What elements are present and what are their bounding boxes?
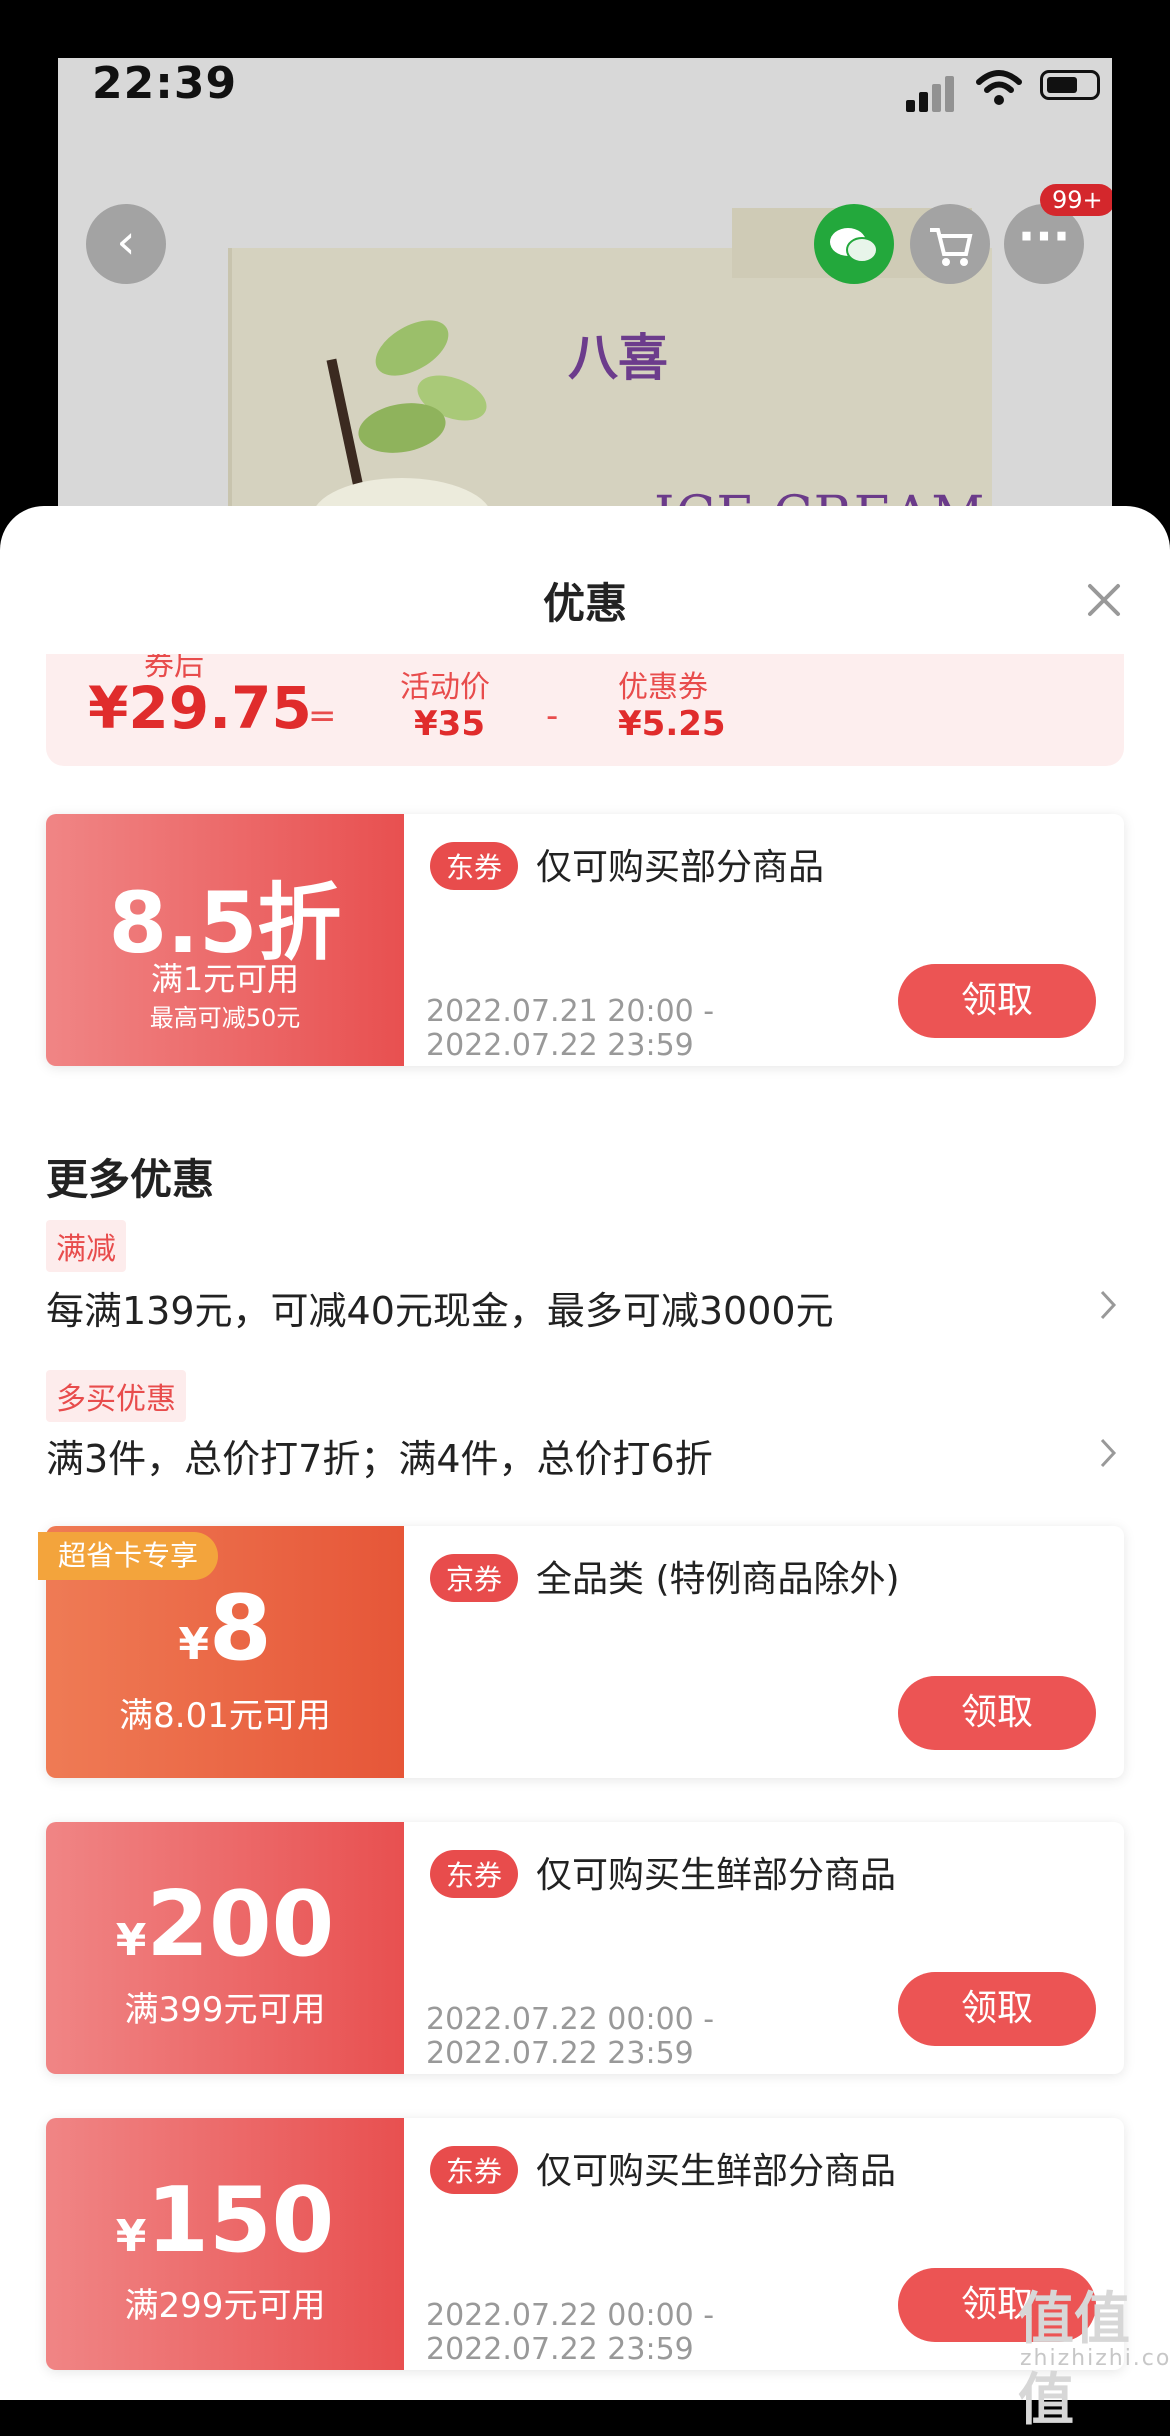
coupon-description: 仅可购买生鲜部分商品 xyxy=(536,2151,897,2192)
coupon-description: 仅可购买生鲜部分商品 xyxy=(536,1855,897,1896)
coupon-amount: ¥8 xyxy=(46,1576,404,1681)
product-page-background: 22:39 ‹ 八喜 ICE CREAM xyxy=(58,58,1112,578)
coupon-type-tag: 京券 xyxy=(430,1554,519,1602)
coupon-amount-value: 150 xyxy=(146,2168,335,2273)
back-button[interactable]: ‹ xyxy=(86,204,166,284)
equals-sign: = xyxy=(308,696,337,736)
battery-icon xyxy=(1040,70,1100,100)
activity-price-label: 活动价 xyxy=(400,670,490,705)
currency-symbol: ¥ xyxy=(115,1915,147,1966)
coupon-value-panel: ¥200 满399元可用 xyxy=(46,1822,404,2074)
coupon-max-note: 最高可减50元 xyxy=(149,1004,301,1032)
coupon-description: 全品类 (特例商品除外) xyxy=(536,1559,900,1600)
coupon-condition: 满8.01元可用 xyxy=(119,1696,331,1736)
coupon-date-start: 2022.07.22 00:00 - xyxy=(426,2002,715,2037)
wechat-share-button[interactable] xyxy=(814,204,894,284)
more-button[interactable]: ··· xyxy=(1004,204,1084,284)
wifi-icon xyxy=(976,70,1022,105)
cart-button[interactable] xyxy=(910,204,990,284)
watermark-text: zhizhizhi.com xyxy=(1020,2346,1170,2371)
coupon-card: ¥8 满8.01元可用 超省卡专享 京券 全品类 (特例商品除外) 领取 xyxy=(38,1526,1124,1778)
coupon-type-tag: 东券 xyxy=(430,1850,519,1898)
coupon-condition: 满1元可用 xyxy=(150,960,300,998)
super-card-tag: 超省卡专享 xyxy=(38,1532,219,1580)
claim-button[interactable]: 领取 xyxy=(898,964,1096,1038)
coupon-amount: ¥150 xyxy=(46,2168,404,2273)
status-time: 22:39 xyxy=(92,58,238,109)
coupon-value-panel: 8.5折 满1元可用 最高可减50元 xyxy=(46,814,404,1066)
coupon-value-panel: ¥150 满299元可用 xyxy=(46,2118,404,2370)
coupon-condition: 满299元可用 xyxy=(124,2286,326,2326)
coupon-condition: 满399元可用 xyxy=(124,1990,326,2030)
price-breakdown: 券后 ¥29.75 = 活动价 ¥35 - 优惠券 ¥5.25 xyxy=(46,654,1124,766)
coupon-card-discount: 8.5折 满1元可用 最高可减50元 东券 仅可购买部分商品 2022.07.2… xyxy=(46,814,1124,1066)
chevron-right-icon xyxy=(1100,1438,1117,1468)
coupon-description: 仅可购买部分商品 xyxy=(536,847,825,888)
promo-text: 每满139元，可减40元现金，最多可减3000元 xyxy=(46,1289,834,1333)
promo-tag: 多买优惠 xyxy=(46,1370,186,1422)
discount-sheet: 优惠 券后 ¥29.75 = 活动价 ¥35 - 优惠券 ¥5.25 8.5折 … xyxy=(0,506,1170,2400)
coupon-price: ¥5.25 xyxy=(618,704,726,744)
chevron-right-icon xyxy=(1100,1290,1117,1320)
close-icon[interactable] xyxy=(1086,582,1122,618)
coupon-amount-value: 8 xyxy=(209,1576,272,1681)
coupon-amount-value: 200 xyxy=(146,1872,335,1977)
coupon-type-tag: 东券 xyxy=(430,842,519,890)
activity-price: ¥35 xyxy=(414,704,485,744)
status-bar: 22:39 xyxy=(58,58,1112,138)
final-price: ¥29.75 xyxy=(88,674,312,742)
cart-icon xyxy=(930,228,973,266)
coupon-type-tag: 东券 xyxy=(430,2146,519,2194)
currency-symbol: ¥ xyxy=(115,2211,147,2262)
wechat-icon xyxy=(830,228,878,263)
more-offers-title: 更多优惠 xyxy=(46,1155,215,1204)
coupon-date-end: 2022.07.22 23:59 xyxy=(426,2332,694,2367)
promo-text: 满3件，总价打7折；满4件，总价打6折 xyxy=(46,1437,713,1481)
coupon-price-label: 优惠券 xyxy=(618,670,708,705)
signal-icon xyxy=(906,72,956,112)
minus-sign: - xyxy=(546,696,559,736)
coupon-date-end: 2022.07.22 23:59 xyxy=(426,2036,694,2071)
coupon-date-start: 2022.07.22 00:00 - xyxy=(426,2298,715,2333)
claim-button[interactable]: 领取 xyxy=(898,1676,1096,1750)
sheet-title: 优惠 xyxy=(542,579,627,628)
coupon-amount: ¥200 xyxy=(46,1872,404,1977)
coupon-date-start: 2022.07.21 20:00 - xyxy=(426,994,715,1029)
notification-badge: 99+ xyxy=(1040,184,1112,216)
coupon-card: ¥200 满399元可用 东券 仅可购买生鲜部分商品 2022.07.22 00… xyxy=(46,1822,1124,2074)
promo-tag: 满减 xyxy=(46,1220,126,1272)
product-brand: 八喜 xyxy=(568,328,668,387)
currency-symbol: ¥ xyxy=(178,1619,209,1670)
coupon-date-end: 2022.07.22 23:59 xyxy=(426,1028,694,1063)
coupon-card: ¥150 满299元可用 东券 仅可购买生鲜部分商品 2022.07.22 00… xyxy=(46,2118,1124,2370)
claim-button[interactable]: 领取 xyxy=(898,1972,1096,2046)
